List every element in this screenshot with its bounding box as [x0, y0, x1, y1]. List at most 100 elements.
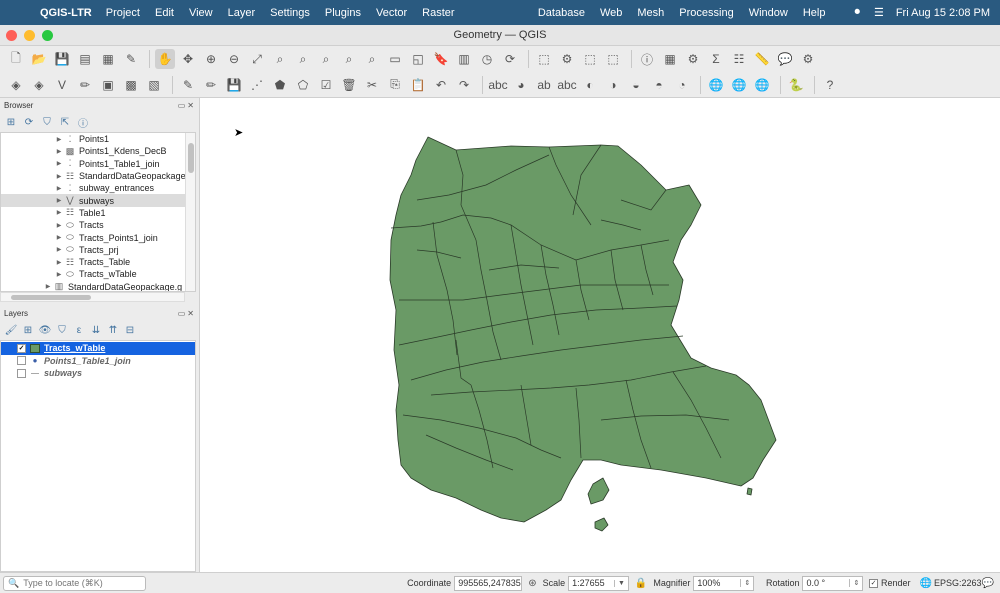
select-by-location-icon[interactable]: ⬚	[603, 49, 623, 69]
menu-help[interactable]: Help	[803, 7, 826, 19]
processing-toolbox-icon[interactable]: ⚙	[683, 49, 703, 69]
new-bookmark-icon[interactable]: 🔖	[431, 49, 451, 69]
minimize-window-button[interactable]	[24, 30, 35, 41]
delete-selected-icon[interactable]: 🗑	[339, 75, 359, 95]
menu-vector[interactable]: Vector	[376, 7, 407, 19]
properties-widget-icon[interactable]: ⓘ	[76, 115, 90, 130]
refresh-browser-icon[interactable]: ⟳	[22, 117, 36, 128]
filter-browser-icon[interactable]: ⛉	[40, 117, 54, 128]
expand-arrow-icon[interactable]: ▶	[55, 185, 63, 192]
add-feature-icon[interactable]: ⬟	[270, 75, 290, 95]
new-geopackage-layer-icon[interactable]: ◈	[29, 75, 49, 95]
locator-bar[interactable]: 🔍	[3, 575, 146, 591]
zoom-full-icon[interactable]: ⤢	[247, 49, 267, 69]
zoom-in-icon[interactable]: ⊕	[201, 49, 221, 69]
metasearch-icon[interactable]: 🌐	[706, 75, 726, 95]
record-icon[interactable]: ⏺	[854, 6, 860, 19]
save-edits-icon[interactable]: 💾	[224, 75, 244, 95]
add-raster-layer-icon[interactable]: ▩	[121, 75, 141, 95]
move-label-icon[interactable]: ◒	[626, 75, 646, 95]
expand-arrow-icon[interactable]: ▶	[55, 148, 63, 155]
browser-item[interactable]: ▶ ⋁ subways	[1, 194, 195, 207]
new-3d-view-icon[interactable]: ◱	[408, 49, 428, 69]
layer-visibility-checkbox[interactable]	[17, 356, 26, 366]
data-source-manager-icon[interactable]: ◈	[6, 75, 26, 95]
new-spatialite-layer-icon[interactable]: ✏	[75, 75, 95, 95]
paste-features-icon[interactable]: 📋	[408, 75, 428, 95]
zoom-next-icon[interactable]: ⌕	[362, 49, 382, 69]
zoom-out-icon[interactable]: ⊖	[224, 49, 244, 69]
layer-item[interactable]: — subways	[1, 367, 195, 380]
deselect-features-icon[interactable]: ⬚	[580, 49, 600, 69]
plugin-settings-icon[interactable]: ⚙	[798, 49, 818, 69]
zoom-to-selection-icon[interactable]: ⌕	[270, 49, 290, 69]
copy-features-icon[interactable]: ⎘	[385, 75, 405, 95]
menu-edit[interactable]: Edit	[155, 7, 174, 19]
expand-arrow-icon[interactable]: ▶	[55, 209, 63, 216]
ows-icon[interactable]: 🌐	[752, 75, 772, 95]
browser-item[interactable]: ▶ ⁚ subway_entrances	[1, 182, 195, 194]
browser-item[interactable]: ▶ ☷ Tracts_Table	[1, 256, 195, 268]
app-menu[interactable]: QGIS-LTR	[40, 7, 92, 19]
open-table-icon[interactable]: ☷	[729, 49, 749, 69]
menu-web[interactable]: Web	[600, 7, 622, 19]
crs-button[interactable]: EPSG:2263	[934, 578, 982, 588]
new-shapefile-layer-icon[interactable]: V	[52, 75, 72, 95]
layer-item[interactable]: ● Points1_Table1_join	[1, 355, 195, 368]
locator-input[interactable]	[23, 578, 134, 588]
zoom-last-icon[interactable]: ⌕	[339, 49, 359, 69]
layer-visibility-checkbox[interactable]	[17, 368, 26, 378]
highlight-pinned-labels-icon[interactable]: ab	[534, 75, 554, 95]
remove-layer-icon[interactable]: ⊟	[123, 325, 137, 336]
modify-attributes-icon[interactable]: ☑	[316, 75, 336, 95]
menu-project[interactable]: Project	[106, 7, 140, 19]
close-window-button[interactable]	[6, 30, 17, 41]
menu-view[interactable]: View	[189, 7, 213, 19]
expand-arrow-icon[interactable]: ▶	[44, 283, 52, 290]
browser-horizontal-scrollbar[interactable]	[0, 292, 185, 302]
add-selected-layers-icon[interactable]: ⊞	[4, 117, 18, 128]
layout-manager-icon[interactable]: ▦	[98, 49, 118, 69]
browser-item[interactable]: ▶ ⁚ Points1_Table1_join	[1, 158, 195, 170]
undock-panel-icon[interactable]: ▭	[178, 309, 186, 318]
pan-map-icon[interactable]: ✋	[155, 49, 175, 69]
identify-features-icon[interactable]: ⓘ	[637, 49, 657, 69]
add-vector-layer-icon[interactable]: ▧	[144, 75, 164, 95]
expand-arrow-icon[interactable]: ▶	[55, 246, 63, 253]
layer-styling-icon[interactable]: 🖌	[4, 325, 18, 336]
lock-scale-icon[interactable]: 🔒	[635, 578, 647, 589]
new-map-view-icon[interactable]: ▭	[385, 49, 405, 69]
attribute-table-icon[interactable]: ▦	[660, 49, 680, 69]
help-contents-icon[interactable]: ?	[820, 75, 840, 95]
add-group-icon[interactable]: ⊞	[21, 325, 35, 336]
browser-item[interactable]: ▶ ⁚ Points1	[1, 133, 195, 145]
menu-processing[interactable]: Processing	[679, 7, 733, 19]
vertex-tool-icon[interactable]: ⬠	[293, 75, 313, 95]
new-print-layout-icon[interactable]: ▤	[75, 49, 95, 69]
menu-window[interactable]: Window	[749, 7, 788, 19]
coordinate-field[interactable]: 995565,247835	[454, 575, 523, 591]
menu-settings[interactable]: Settings	[270, 7, 310, 19]
expand-arrow-icon[interactable]: ▶	[55, 136, 63, 143]
digitize-icon[interactable]: ⋰	[247, 75, 267, 95]
messages-icon[interactable]: 💬	[982, 578, 994, 589]
control-center-icon[interactable]: ☰	[874, 6, 884, 19]
browser-item[interactable]: ▶ ⬭ Tracts	[1, 219, 195, 231]
show-hide-labels-icon[interactable]: ◑	[603, 75, 623, 95]
expand-all-icon[interactable]: ⇊	[89, 325, 103, 336]
rotation-spinbox[interactable]: 0.0 ° ⇕	[802, 575, 864, 591]
browser-item[interactable]: ▶ ☷ StandardDataGeopackage	[1, 170, 195, 182]
collapse-all-layers-icon[interactable]: ⇈	[106, 325, 120, 336]
close-panel-icon[interactable]: ✕	[187, 309, 194, 318]
undo-icon[interactable]: ↶	[431, 75, 451, 95]
redo-icon[interactable]: ↷	[454, 75, 474, 95]
rotate-label-icon[interactable]: ◓	[649, 75, 669, 95]
cut-features-icon[interactable]: ✂	[362, 75, 382, 95]
map-tips-icon[interactable]: 💬	[775, 49, 795, 69]
expand-arrow-icon[interactable]: ▶	[55, 197, 63, 204]
python-console-icon[interactable]: 🐍	[786, 75, 806, 95]
magnifier-spinbox[interactable]: 100% ⇕	[693, 575, 755, 591]
browser-item[interactable]: ▶ ☷ Table1	[1, 207, 195, 219]
expand-arrow-icon[interactable]: ▶	[55, 222, 63, 229]
menu-raster[interactable]: Raster	[422, 7, 454, 19]
